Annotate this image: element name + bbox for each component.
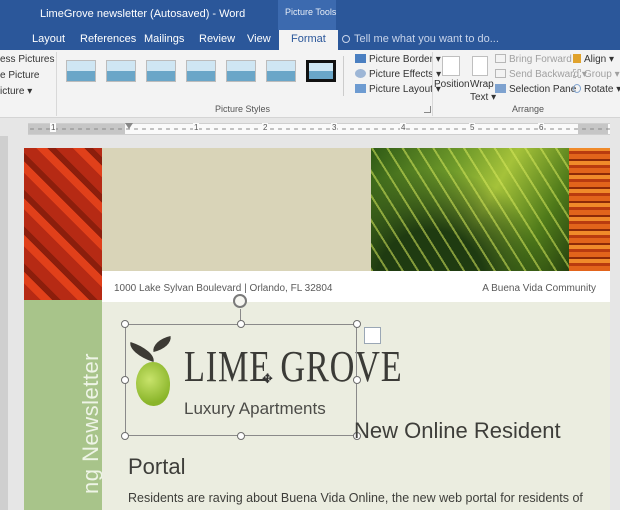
tab-review[interactable]: Review bbox=[199, 33, 235, 45]
header-beige-block bbox=[102, 148, 372, 271]
tab-layout[interactable]: Layout bbox=[32, 33, 65, 45]
resize-handle[interactable] bbox=[353, 320, 361, 328]
picture-tools-label: Picture Tools bbox=[285, 7, 337, 17]
vertical-banner-text: ng Newsletter bbox=[78, 352, 103, 494]
picture-styles-dialog-launcher[interactable] bbox=[424, 106, 431, 113]
document-page[interactable]: ng Newsletter 1000 Lake Sylvan Boulevard… bbox=[24, 148, 610, 510]
picture-style-5[interactable] bbox=[226, 60, 256, 82]
address-text: 1000 Lake Sylvan Boulevard | Orlando, FL… bbox=[114, 283, 333, 294]
picture-border-button[interactable]: Picture Border ▾ bbox=[355, 54, 441, 65]
reset-picture-button[interactable]: icture ▾ bbox=[0, 86, 32, 97]
lightbulb-icon bbox=[342, 35, 350, 43]
wrap-text-icon[interactable] bbox=[472, 56, 488, 76]
community-text: A Buena Vida Community bbox=[482, 283, 596, 294]
body-paragraph: Residents are raving about Buena Vida On… bbox=[128, 491, 583, 505]
orange-stripes-image bbox=[569, 148, 610, 271]
resize-handle[interactable] bbox=[121, 320, 129, 328]
layout-icon bbox=[355, 84, 366, 93]
align-icon bbox=[573, 54, 581, 63]
ruler-number: 4 bbox=[400, 123, 407, 132]
arrange-group-label: Arrange bbox=[512, 104, 545, 114]
align-button[interactable]: Align ▾ bbox=[573, 54, 614, 65]
rotate-handle[interactable] bbox=[233, 294, 247, 308]
resize-handle[interactable] bbox=[237, 320, 245, 328]
ruler-number: 5 bbox=[469, 123, 476, 132]
ribbon-separator bbox=[432, 52, 433, 116]
tell-me-placeholder: Tell me what you want to do... bbox=[354, 33, 499, 45]
rotate-button[interactable]: Rotate ▾ bbox=[573, 84, 620, 95]
tab-format[interactable]: Format bbox=[279, 30, 338, 50]
resize-handle[interactable] bbox=[353, 376, 361, 384]
indent-marker[interactable] bbox=[125, 123, 133, 129]
picture-effects-button[interactable]: Picture Effects ▾ bbox=[355, 69, 441, 80]
effects-icon bbox=[355, 69, 366, 78]
red-pattern-banner bbox=[24, 148, 102, 300]
wrap-text-button[interactable]: Wrap bbox=[470, 79, 494, 90]
leaf-photo[interactable] bbox=[371, 148, 569, 271]
ribbon-separator bbox=[56, 52, 57, 116]
picture-style-4[interactable] bbox=[186, 60, 216, 82]
resize-handle[interactable] bbox=[121, 432, 129, 440]
styles-gallery-scroll[interactable] bbox=[343, 56, 351, 96]
selection-pane-button[interactable]: Selection Pane bbox=[495, 84, 576, 95]
bring-forward-button[interactable]: Bring Forward ▾ bbox=[495, 54, 580, 65]
group-button[interactable]: Group ▾ bbox=[573, 69, 620, 80]
move-cursor-icon: ✥ bbox=[262, 371, 273, 386]
picture-styles-group-label: Picture Styles bbox=[215, 104, 271, 114]
picture-layout-button[interactable]: Picture Layout ▾ bbox=[355, 84, 441, 95]
compress-pictures-button[interactable]: ess Pictures bbox=[0, 54, 54, 65]
tab-references[interactable]: References bbox=[80, 33, 136, 45]
resize-handle[interactable] bbox=[237, 432, 245, 440]
wrap-text-button-line2[interactable]: Text ▾ bbox=[470, 92, 496, 103]
picture-style-1[interactable] bbox=[66, 60, 96, 82]
tab-mailings[interactable]: Mailings bbox=[144, 33, 184, 45]
position-icon[interactable] bbox=[442, 56, 460, 76]
picture-style-2[interactable] bbox=[106, 60, 136, 82]
tab-view[interactable]: View bbox=[247, 33, 271, 45]
resize-handle[interactable] bbox=[121, 376, 129, 384]
window-title: LimeGrove newsletter (Autosaved) - Word bbox=[40, 8, 246, 20]
tell-me-box[interactable]: Tell me what you want to do... bbox=[342, 33, 499, 45]
layout-options-icon[interactable] bbox=[364, 327, 381, 344]
headline-continued: Portal bbox=[128, 454, 186, 479]
group-icon bbox=[573, 69, 581, 78]
picture-style-6[interactable] bbox=[266, 60, 296, 82]
headline: New Online Resident bbox=[354, 418, 561, 443]
change-picture-button[interactable]: e Picture bbox=[0, 70, 39, 81]
ruler-number: 1 bbox=[50, 123, 57, 132]
selection-pane-icon bbox=[495, 84, 506, 93]
ruler-number: 2 bbox=[262, 123, 269, 132]
page-edge bbox=[0, 136, 8, 510]
bring-forward-icon bbox=[495, 54, 506, 63]
pen-icon bbox=[355, 54, 366, 63]
rotate-icon bbox=[573, 84, 581, 93]
word-window: LimeGrove newsletter (Autosaved) - Word … bbox=[0, 0, 620, 510]
ruler-number: 1 bbox=[193, 123, 200, 132]
position-button[interactable]: Position bbox=[434, 79, 470, 90]
send-backward-icon bbox=[495, 69, 506, 78]
picture-style-3[interactable] bbox=[146, 60, 176, 82]
horizontal-ruler[interactable]: 1 1 2 3 4 5 6 bbox=[28, 123, 610, 135]
ruler-ticks bbox=[28, 128, 610, 130]
ruler-number: 6 bbox=[538, 123, 545, 132]
ruler-number: 3 bbox=[331, 123, 338, 132]
picture-style-7-selected[interactable] bbox=[306, 60, 336, 82]
selection-frame bbox=[125, 324, 357, 436]
